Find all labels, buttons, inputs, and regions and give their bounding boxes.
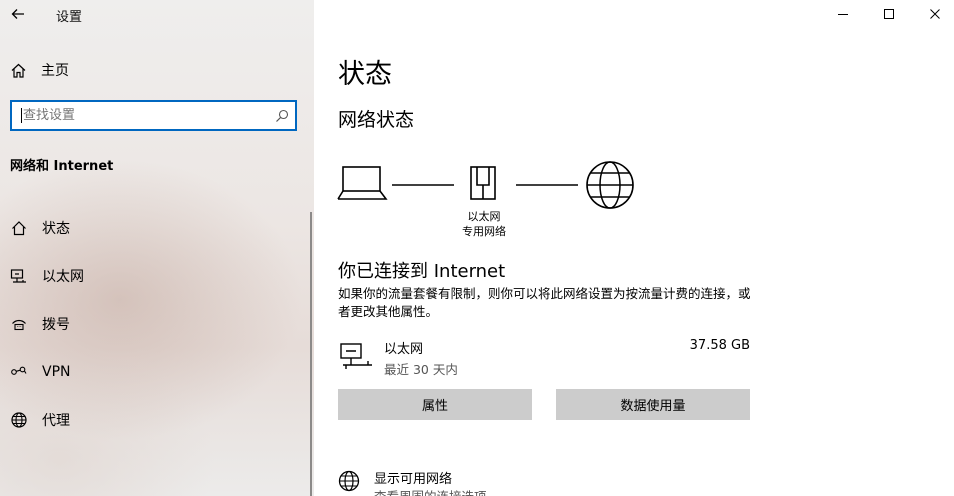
- show-networks-title: 显示可用网络: [374, 472, 453, 487]
- minimize-icon: [838, 14, 848, 15]
- internet-globe-icon: [586, 161, 634, 209]
- dialup-icon: [10, 315, 28, 333]
- sidebar-item-label: 以太网: [42, 269, 84, 285]
- search-input[interactable]: [23, 108, 275, 123]
- sidebar-item-vpn[interactable]: VPN: [0, 348, 310, 396]
- minimize-button[interactable]: [820, 0, 866, 28]
- sidebar-item-dialup[interactable]: 拨号: [0, 300, 310, 348]
- page-title: 状态: [338, 59, 392, 90]
- usage-period: 最近 30 天内: [384, 362, 458, 377]
- sidebar-scrollbar[interactable]: [310, 212, 312, 496]
- network-adapter-row: 以太网 最近 30 天内 37.58 GB: [338, 338, 750, 378]
- ethernet-icon: [10, 267, 28, 285]
- data-usage-value: 37.58 GB: [689, 338, 750, 353]
- maximize-icon: [884, 9, 894, 19]
- search-icon[interactable]: [275, 109, 289, 123]
- connection-status-heading: 你已连接到 Internet: [338, 261, 506, 282]
- vpn-icon: [10, 363, 28, 381]
- section-subtitle: 网络状态: [338, 109, 415, 131]
- home-icon: [11, 63, 26, 78]
- sidebar-item-label: 状态: [42, 221, 70, 237]
- laptop-icon: [337, 166, 388, 200]
- ethernet-adapter-icon: [470, 166, 496, 200]
- sidebar-nav: 状态 以太网 拨号 VPN 代理: [0, 204, 310, 444]
- status-home-icon: [10, 219, 28, 237]
- show-available-networks-link[interactable]: 显示可用网络 查看周围的连接选项: [338, 466, 638, 496]
- maximize-button[interactable]: [866, 0, 912, 28]
- search-box[interactable]: [10, 100, 297, 131]
- globe-icon: [10, 411, 28, 429]
- network-name: 以太网: [384, 342, 424, 357]
- ethernet-icon: [340, 343, 372, 369]
- back-arrow-icon: [11, 9, 24, 19]
- adapter-name: 以太网: [467, 210, 501, 223]
- text-caret: [21, 108, 22, 123]
- app-title: 设置: [56, 10, 83, 25]
- data-usage-button[interactable]: 数据使用量: [556, 389, 750, 420]
- globe-icon: [338, 470, 360, 492]
- properties-button[interactable]: 属性: [338, 389, 532, 420]
- show-networks-subtitle: 查看周围的连接选项: [374, 486, 487, 496]
- adapter-label: 以太网 专用网络: [444, 209, 524, 239]
- sidebar-item-label: VPN: [42, 364, 71, 380]
- sidebar-item-home[interactable]: 主页: [0, 56, 310, 84]
- sidebar-item-ethernet[interactable]: 以太网: [0, 252, 310, 300]
- sidebar-item-label: 主页: [41, 63, 69, 79]
- sidebar-item-status[interactable]: 状态: [0, 204, 310, 252]
- sidebar-item-proxy[interactable]: 代理: [0, 396, 310, 444]
- close-icon: [930, 9, 940, 19]
- back-button[interactable]: [2, 0, 34, 28]
- sidebar-item-label: 代理: [42, 413, 70, 429]
- main-content: 状态 网络状态 以太网 专用网络 你已连接到 Internet 如果你的流量套餐…: [314, 0, 954, 496]
- connection-description: 如果你的流量套餐有限制，则你可以将此网络设置为按流量计费的连接，或者更改其他属性…: [338, 286, 751, 319]
- section-title: 网络和 Internet: [10, 159, 114, 174]
- close-button[interactable]: [912, 0, 954, 28]
- network-profile: 专用网络: [462, 225, 506, 238]
- sidebar-item-label: 拨号: [42, 317, 70, 333]
- sidebar: 设置 主页 网络和 Internet 状态: [0, 0, 314, 496]
